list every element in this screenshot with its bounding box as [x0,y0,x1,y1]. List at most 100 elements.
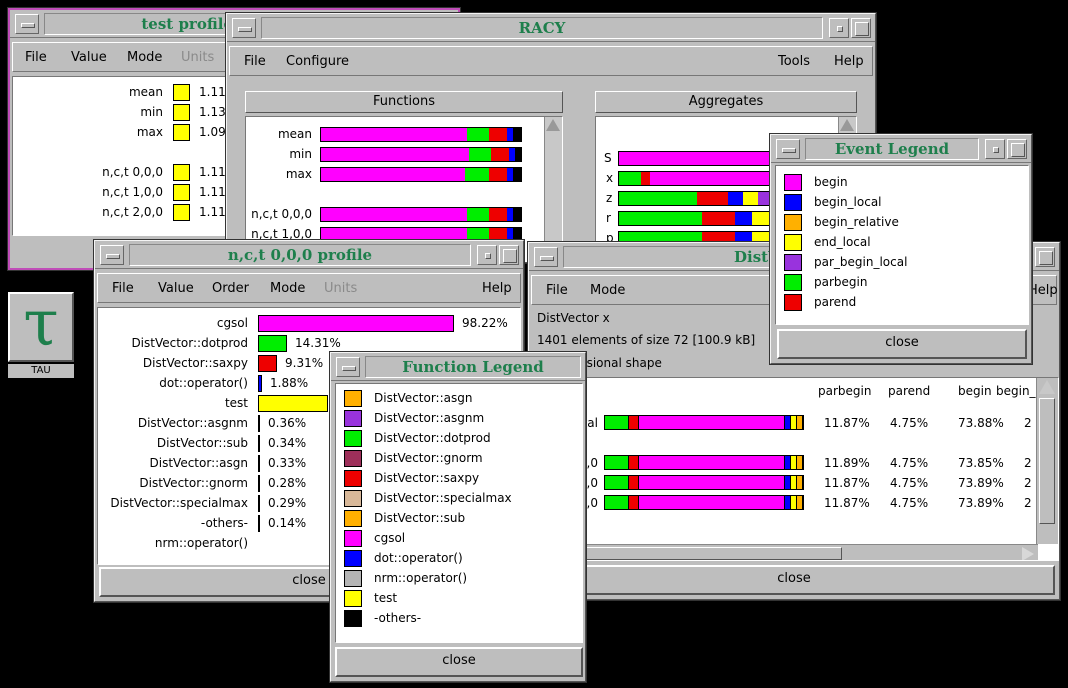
legend-label: DistVector::sub [374,511,466,525]
value-swatch[interactable] [173,104,190,121]
legend-swatch[interactable] [344,570,362,587]
function-percent: 14.31% [295,336,341,350]
value-swatch[interactable] [173,84,190,101]
value-swatch[interactable] [173,124,190,141]
stacked-bar[interactable] [604,455,804,470]
legend-swatch[interactable] [344,530,362,547]
menu-order[interactable]: Order [212,281,249,296]
window-menu-button[interactable] [15,14,39,34]
menu-configure[interactable]: Configure [286,54,349,69]
legend-label: DistVector::gnorm [374,451,483,465]
legend-swatch[interactable] [784,174,802,191]
menu-mode[interactable]: Mode [127,50,162,65]
legend-swatch[interactable] [344,490,362,507]
horizontal-scrollbar[interactable] [532,544,1038,560]
stacked-bar[interactable] [320,127,522,142]
legend-swatch[interactable] [784,214,802,231]
title-bar[interactable]: Event Legend [771,135,1031,163]
legend-swatch[interactable] [344,410,362,427]
function-percent: 0.14% [268,516,307,530]
tau-desktop-icon[interactable]: τ TAU [8,292,74,380]
function-bar[interactable] [258,395,328,412]
menu-tools[interactable]: Tools [778,54,810,69]
maximize-button[interactable] [499,245,519,265]
legend-swatch[interactable] [344,450,362,467]
scroll-thumb[interactable] [550,547,842,560]
window-menu-button[interactable] [776,139,800,159]
menu-value[interactable]: Value [71,50,107,65]
maximize-button[interactable] [1007,139,1027,159]
scroll-thumb[interactable] [1039,398,1055,524]
legend-swatch[interactable] [344,610,362,627]
stacked-bar[interactable] [604,475,804,490]
menu-mode[interactable]: Mode [270,281,305,296]
vertical-scrollbar[interactable] [1036,378,1058,544]
menu-mode[interactable]: Mode [590,283,625,298]
function-bar[interactable] [258,415,260,432]
legend-swatch[interactable] [344,510,362,527]
function-bar[interactable] [258,315,454,332]
legend-swatch[interactable] [784,254,802,271]
menu-file[interactable]: File [25,50,47,65]
menu-help[interactable]: Help [1028,283,1058,298]
stacked-bar[interactable] [320,207,522,222]
row-label: x [606,171,614,185]
menu-file[interactable]: File [112,281,134,296]
function-bar[interactable] [258,455,260,472]
function-bar[interactable] [258,335,287,352]
row-value: 4.75% [890,496,929,510]
function-bar[interactable] [258,435,260,452]
legend-swatch[interactable] [344,470,362,487]
legend-swatch[interactable] [784,294,802,311]
title-bar[interactable]: Function Legend [331,353,585,381]
value-swatch[interactable] [173,164,190,181]
close-button[interactable]: close [777,329,1027,359]
function-percent: 9.31% [285,356,324,370]
function-bar[interactable] [258,495,260,512]
row-value: 11.87% [824,496,870,510]
menu-file[interactable]: File [244,54,266,69]
function-bar[interactable] [258,375,262,392]
functions-header[interactable]: Functions [245,91,563,113]
legend-swatch[interactable] [344,430,362,447]
function-bar[interactable] [258,515,260,532]
legend-swatch[interactable] [784,274,802,291]
value-swatch[interactable] [173,184,190,201]
scroll-up-arrow[interactable] [546,119,560,131]
menu-file[interactable]: File [546,283,568,298]
legend-swatch[interactable] [344,550,362,567]
title-bar[interactable]: n,c,t 0,0,0 profile [95,241,523,269]
value-swatch[interactable] [173,204,190,221]
scroll-right-arrow[interactable] [1022,547,1034,560]
scroll-up-arrow[interactable] [1039,380,1055,394]
scroll-up-arrow[interactable] [840,119,854,131]
legend-swatch[interactable] [784,194,802,211]
menu-help[interactable]: Help [834,54,864,69]
stacked-bar[interactable] [604,415,804,430]
minimize-button[interactable] [829,18,849,38]
legend-swatch[interactable] [344,390,362,407]
window-menu-button[interactable] [534,247,558,267]
stacked-bar[interactable] [320,167,522,182]
title-bar[interactable]: RACY [227,14,875,42]
aggregates-header[interactable]: Aggregates [595,91,857,113]
legend-label: end_local [814,235,871,249]
function-bar[interactable] [258,355,277,372]
close-button[interactable]: close [335,647,583,677]
window-menu-button[interactable] [232,18,256,38]
window-menu-button[interactable] [336,357,360,377]
maximize-button[interactable] [851,18,871,38]
stacked-bar[interactable] [604,495,804,510]
legend-swatch[interactable] [784,234,802,251]
menu-value[interactable]: Value [158,281,194,296]
menu-help[interactable]: Help [482,281,512,296]
stacked-bar[interactable] [320,147,522,162]
minimize-button[interactable] [477,245,497,265]
minimize-button[interactable] [985,139,1005,159]
close-button[interactable]: close [533,565,1055,595]
legend-swatch[interactable] [344,590,362,607]
window-title: Function Legend [365,356,581,378]
maximize-button[interactable] [1035,247,1055,267]
window-menu-button[interactable] [100,245,124,265]
function-bar[interactable] [258,475,260,492]
